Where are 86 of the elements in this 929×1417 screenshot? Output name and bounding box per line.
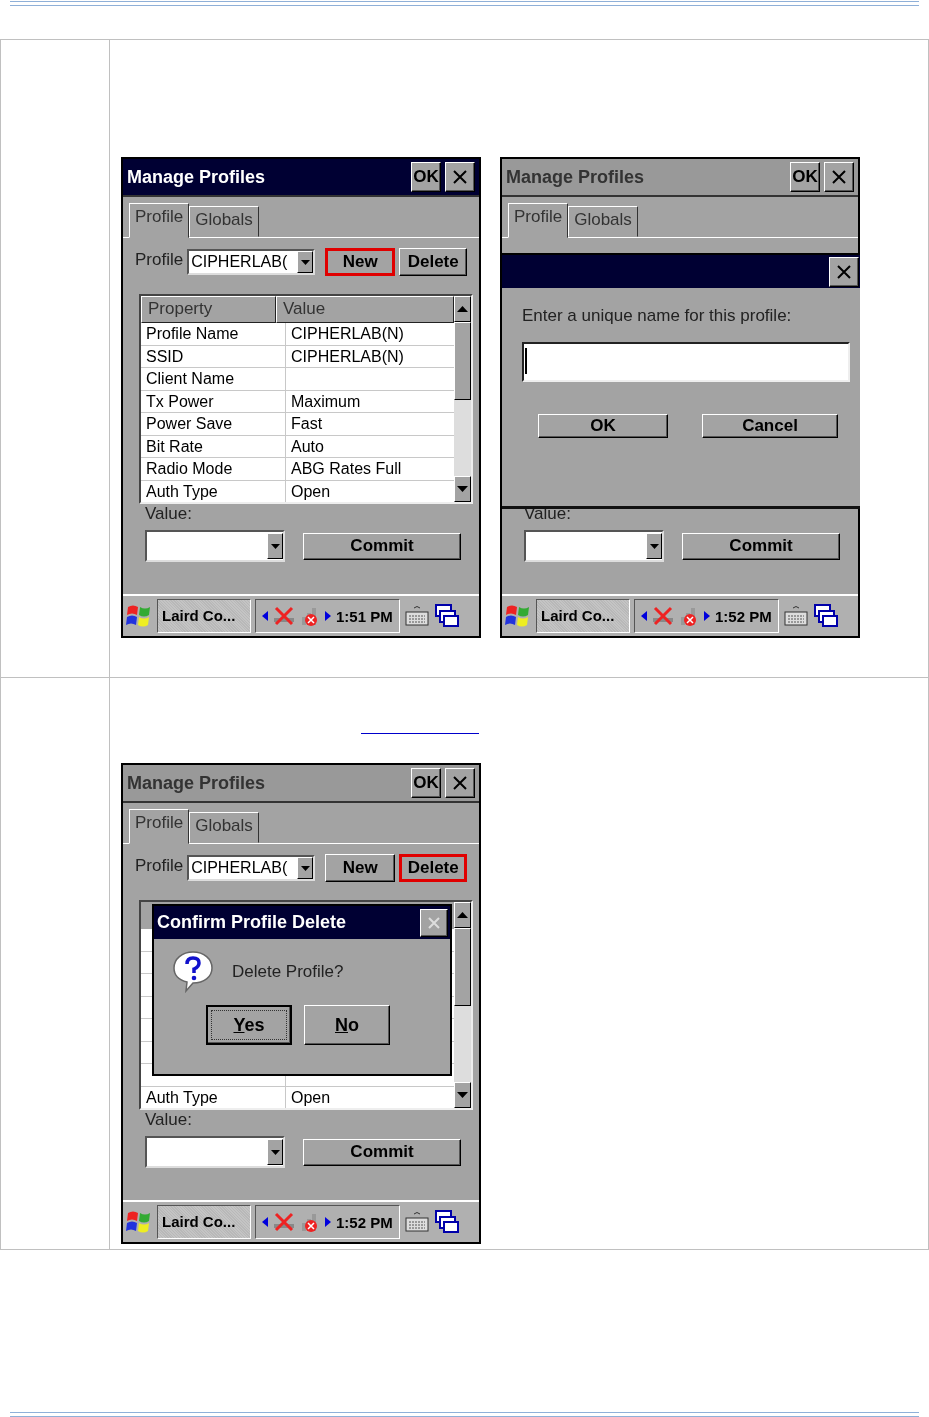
table-cell: Radio Mode [141, 458, 286, 480]
dialog-message: Delete Profile? [232, 962, 344, 982]
dialog-prompt: Enter a unique name for this profile: [522, 306, 793, 326]
close-icon [831, 169, 847, 185]
table-cell-text: CIPHERLAB(N) [290, 346, 405, 367]
clock: 1:52 PM [715, 607, 772, 625]
table-cell: Auth Type [141, 1086, 286, 1108]
window-title: Manage Profiles [506, 166, 646, 188]
scroll-up-icon[interactable] [457, 306, 468, 312]
value-dropdown[interactable] [145, 1136, 285, 1168]
left-arrow-icon[interactable] [262, 1217, 268, 1227]
close-button[interactable] [420, 908, 448, 937]
profile-button[interactable]: Delete [399, 248, 468, 276]
windows-stack-icon[interactable] [812, 603, 839, 629]
dialog-title: Confirm Profile Delete [157, 912, 348, 933]
value-dropdown[interactable] [145, 530, 285, 562]
value-label: Value: [145, 504, 193, 524]
taskbar-app-button[interactable]: Laird Co... [157, 599, 251, 633]
table-cell: SSID [141, 345, 286, 367]
close-icon [427, 915, 441, 930]
keyboard-icon[interactable] [403, 1210, 430, 1234]
table-cell-text: ABG Rates Full [290, 459, 403, 479]
table-cell-text: Fast [290, 414, 324, 434]
table-cell-text: Maximum [290, 391, 362, 412]
table-cell: Client Name [141, 368, 286, 390]
window-title: Manage Profiles [127, 166, 267, 188]
question-icon [170, 949, 216, 995]
value-dropdown[interactable] [524, 530, 664, 562]
table-cell-text: Auto [290, 436, 325, 457]
profile-label: Profile [135, 856, 184, 876]
table-cell-text: Open [290, 481, 332, 502]
table-cell-text: Open [290, 1087, 332, 1108]
table-cell: Power Save [141, 413, 286, 435]
name-input-field[interactable] [522, 342, 850, 382]
keyboard-icon[interactable] [782, 604, 809, 628]
keyboard-icon[interactable] [403, 604, 430, 628]
close-icon [452, 169, 468, 185]
profile-button[interactable]: Delete [399, 854, 468, 882]
dialog-button[interactable]: No [304, 1005, 390, 1045]
profile-dropdown[interactable]: CIPHERLAB( [187, 249, 316, 275]
table-cell: Auth Type [141, 480, 286, 502]
windows-stack-icon[interactable] [433, 1209, 460, 1235]
table-cell: Bit Rate [141, 435, 286, 457]
dialog-button[interactable]: OK [538, 414, 668, 438]
close-button[interactable] [829, 256, 859, 287]
dialog-button[interactable]: Cancel [702, 414, 838, 438]
tab[interactable]: Profile [508, 203, 569, 238]
windows-stack-icon[interactable] [433, 603, 460, 629]
close-button[interactable] [445, 162, 475, 192]
commit-button[interactable]: Commit [682, 532, 840, 560]
scrollbar[interactable] [454, 902, 471, 1108]
right-arrow-icon[interactable] [325, 611, 331, 621]
left-arrow-icon[interactable] [641, 611, 647, 621]
table-cell-text: CIPHERLAB(N) [290, 324, 405, 344]
taskbar-app-button[interactable]: Laird Co... [157, 1205, 251, 1239]
profile-button[interactable]: New [325, 248, 396, 276]
column-header[interactable]: Value [276, 296, 454, 323]
close-icon [836, 263, 852, 280]
dialog-button[interactable]: Yes [206, 1005, 292, 1045]
tab[interactable]: Globals [568, 206, 638, 237]
clock: 1:51 PM [336, 607, 393, 625]
left-arrow-icon[interactable] [262, 611, 268, 621]
column-header[interactable]: Property [141, 296, 276, 323]
profile-button[interactable]: New [325, 854, 396, 882]
close-icon [452, 775, 468, 791]
tab[interactable]: Profile [129, 203, 190, 238]
taskbar-app-button[interactable]: Laird Co... [536, 599, 630, 633]
profile-label: Profile [135, 250, 184, 270]
commit-button[interactable]: Commit [303, 1138, 461, 1166]
tab[interactable]: Globals [189, 206, 259, 237]
table-cell: Tx Power [141, 390, 286, 412]
value-label: Value: [145, 1110, 193, 1130]
tab[interactable]: Profile [129, 809, 190, 844]
ok-button[interactable]: OK [411, 162, 441, 192]
scroll-down-icon[interactable] [457, 486, 468, 492]
profile-dropdown[interactable]: CIPHERLAB( [187, 855, 316, 881]
scroll-down-icon[interactable] [457, 1092, 468, 1098]
clock: 1:52 PM [336, 1213, 393, 1231]
window-title: Manage Profiles [127, 772, 267, 794]
scroll-up-icon[interactable] [457, 912, 468, 918]
right-arrow-icon[interactable] [704, 611, 710, 621]
tab[interactable]: Globals [189, 812, 259, 843]
commit-button[interactable]: Commit [303, 532, 461, 560]
table-cell: Profile Name [141, 323, 286, 345]
right-arrow-icon[interactable] [325, 1217, 331, 1227]
scrollbar[interactable] [454, 296, 471, 502]
